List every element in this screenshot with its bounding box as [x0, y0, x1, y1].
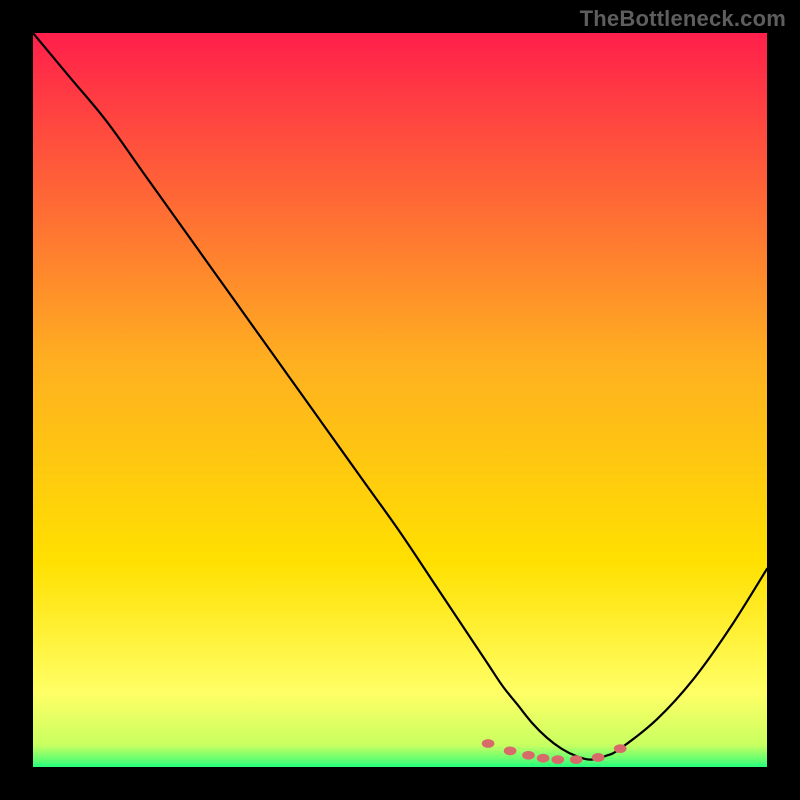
plot-area — [33, 33, 767, 767]
marker-dot — [537, 754, 550, 763]
plot-svg — [33, 33, 767, 767]
watermark-text: TheBottleneck.com — [580, 6, 786, 32]
baseline-strip — [33, 764, 767, 767]
marker-dot — [551, 755, 564, 764]
marker-dot — [614, 744, 627, 753]
gradient-background — [33, 33, 767, 767]
marker-dot — [592, 753, 605, 762]
marker-dot — [522, 751, 535, 760]
marker-dot — [504, 746, 517, 755]
marker-dot — [570, 755, 583, 764]
marker-dot — [482, 739, 495, 748]
chart-frame: TheBottleneck.com — [0, 0, 800, 800]
